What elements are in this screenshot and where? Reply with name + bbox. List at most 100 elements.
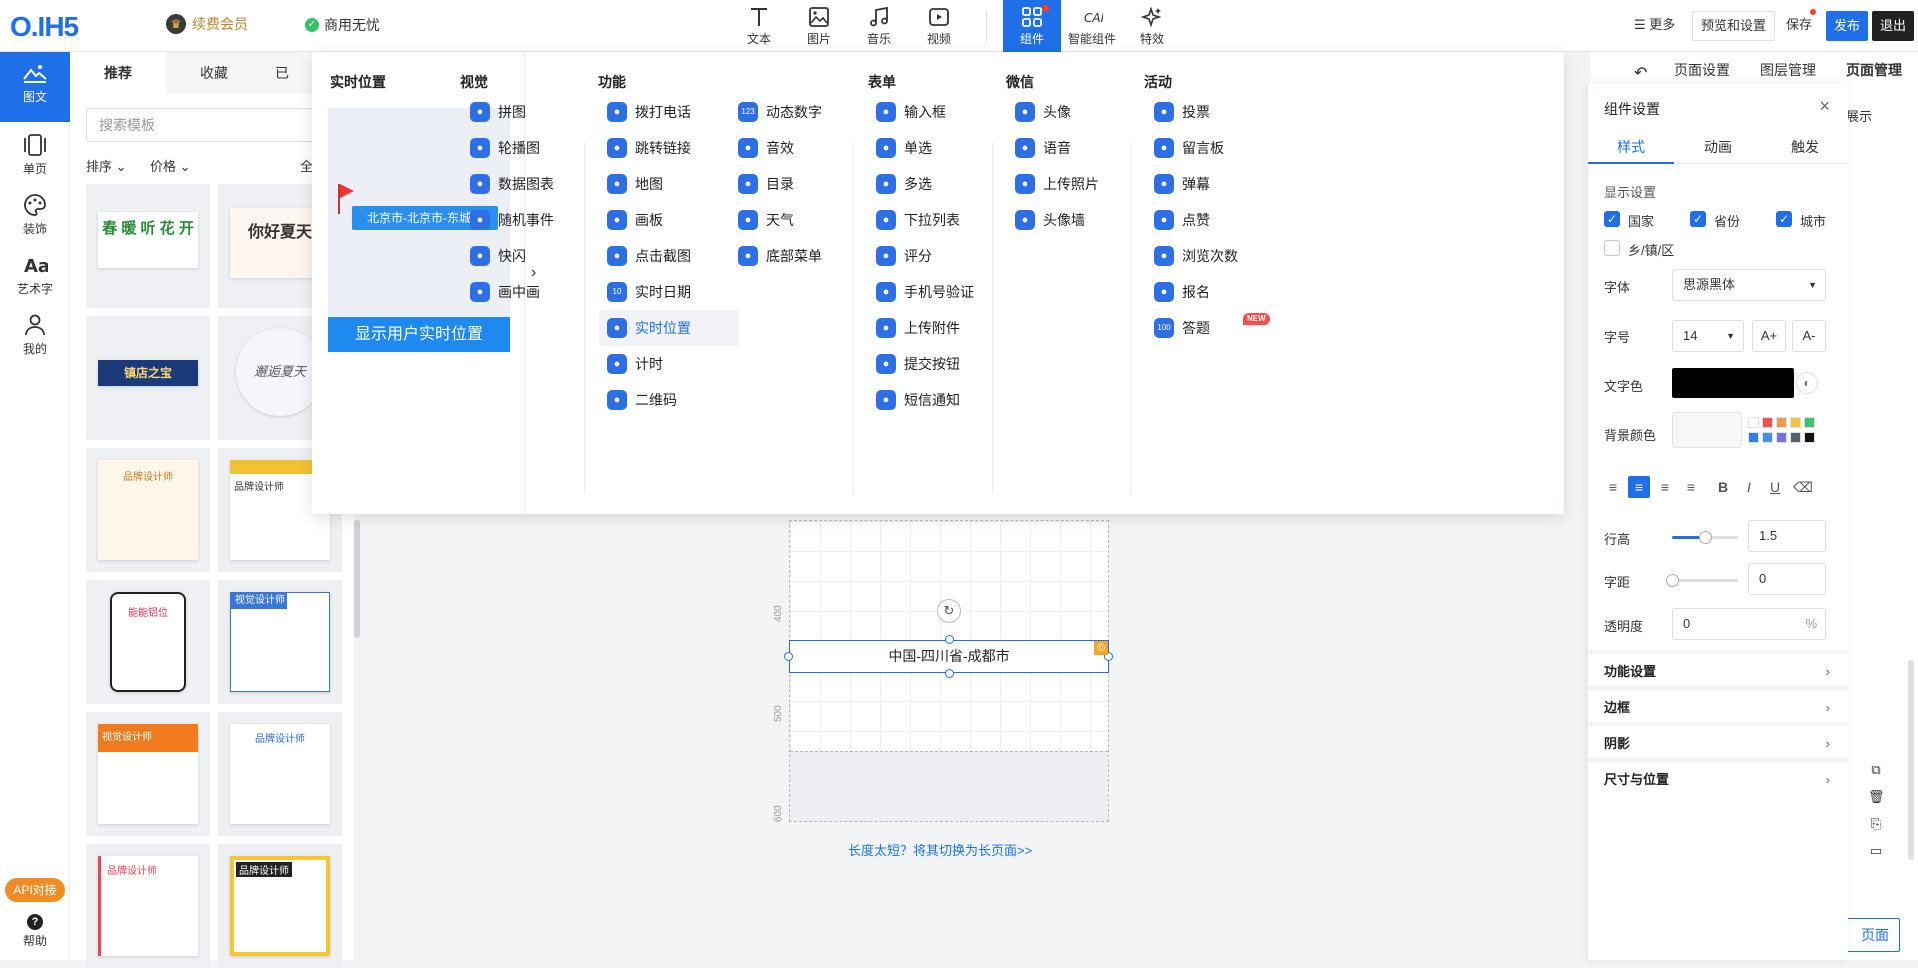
copy-icon[interactable]: ⧉ [1868,762,1884,778]
menu-item-eye[interactable]: ● 浏览次数 [1146,238,1286,274]
section-shadow[interactable]: 阴影 › [1588,722,1848,762]
check-country[interactable]: ✓ [1604,211,1620,227]
sort-dropdown[interactable]: 排序 ⌄ [86,156,127,175]
menu-item-danmaku[interactable]: ● 弹幕 [1146,166,1286,202]
check-province[interactable]: ✓ [1690,211,1706,227]
size-select[interactable]: 14 ▼ [1672,320,1744,352]
menu-item-like[interactable]: ● 点赞 [1146,202,1286,238]
menu-item-location[interactable]: ● 实时位置 [599,310,739,346]
show-location-button[interactable]: 显示用户实时位置 [328,317,510,352]
section-size-position[interactable]: 尺寸与位置 › [1588,758,1848,798]
tab-trigger[interactable]: 触发 [1762,130,1848,164]
text-color-swatch[interactable] [1672,368,1794,398]
right-scrollbar[interactable] [1908,660,1914,860]
tab-style[interactable]: 样式 [1588,130,1674,164]
more-menu[interactable]: ☰ 更多 [1634,14,1675,33]
letter-spacing-slider[interactable] [1666,574,1738,587]
palette-swatch[interactable] [1804,432,1815,443]
rail-item-mine[interactable]: 我的 [0,304,70,374]
align-left-icon[interactable]: ≡ [1602,476,1624,498]
align-right-icon[interactable]: ≡ [1654,476,1676,498]
vip-renew-button[interactable]: ♛ 续费会员 [166,14,248,34]
menu-item-mail[interactable]: ● 短信通知 [868,382,1008,418]
menu-item-input[interactable]: ● 输入框 [868,94,1008,130]
menu-item-map[interactable]: ● 地图 [599,166,739,202]
opacity-input[interactable]: 0% [1672,608,1826,640]
menu-item-dice[interactable]: ● 随机事件 [462,202,602,238]
palette-swatch[interactable] [1748,432,1759,443]
menu-item-puzzle[interactable]: ● 拼图 [462,94,602,130]
rail-item-graphic[interactable]: 图文 [0,52,70,122]
palette-swatch[interactable] [1790,417,1801,428]
menu-item-qrcode[interactable]: ● 二维码 [599,382,739,418]
line-height-knob[interactable] [1699,531,1712,544]
check-city[interactable]: ✓ [1776,211,1792,227]
menu-item-star[interactable]: ● 评分 [868,238,1008,274]
menu-item-quiz[interactable]: 100 答题 NEW [1146,310,1286,346]
menu-item-sms-verify[interactable]: ● 手机号验证 [868,274,1008,310]
menu-item-photo-upload[interactable]: ● 上传照片 [1007,166,1147,202]
clear-format-icon[interactable]: ⌫ [1792,476,1814,498]
switch-long-page-link[interactable]: 长度太短？将其切换为长页面>> [848,840,1032,859]
menu-item-avatar-wall[interactable]: ● 头像墙 [1007,202,1147,238]
menu-item-pip[interactable]: ● 画中画 [462,274,602,310]
commercial-badge[interactable]: ✓ 商用无忧 [305,15,380,35]
template-thumb[interactable]: 品牌设计师 [86,844,210,968]
menu-item-upload[interactable]: ● 上传附件 [868,310,1008,346]
size-increase-button[interactable]: A+ [1752,320,1786,352]
duplicate-icon[interactable]: ⎘ [1868,816,1884,832]
size-decrease-button[interactable]: A- [1792,320,1826,352]
element-settings-icon[interactable]: ◎ [1094,641,1108,655]
template-thumb[interactable]: 镇店之宝 [86,316,210,440]
tab-animation[interactable]: 动画 [1675,130,1761,164]
menu-item-signup[interactable]: ● 报名 [1146,274,1286,310]
price-dropdown[interactable]: 价格 ⌄ [150,156,191,175]
publish-button[interactable]: 发布 [1826,11,1869,41]
tool-ai-component[interactable]: CAI 智能组件 [1063,0,1121,52]
italic-icon[interactable]: I [1738,476,1760,498]
template-thumb[interactable]: 春 暖 听 花 开 [86,184,210,308]
menu-item-timer[interactable]: ● 计时 [599,346,739,382]
palette-swatch[interactable] [1790,432,1801,443]
menu-item-phone[interactable]: ● 拨打电话 [599,94,739,130]
tab-page-settings[interactable]: 页面设置 [1674,60,1730,80]
palette-swatch[interactable] [1776,432,1787,443]
menu-item-catalog[interactable]: ● 目录 [730,166,870,202]
menu-item-weather[interactable]: ● 天气 [730,202,870,238]
menu-item-mic[interactable]: ● 语音 [1007,130,1147,166]
rotate-handle[interactable]: ↻ [937,599,961,623]
section-border[interactable]: 边框 › [1588,686,1848,726]
close-icon[interactable]: × [1819,96,1830,117]
tool-effects[interactable]: 特效 [1123,0,1181,52]
app-logo[interactable]: O.IH5 [10,11,79,43]
undo-icon[interactable]: ↶ [1634,63,1647,83]
palette-swatch[interactable] [1762,417,1773,428]
section-function-settings[interactable]: 功能设置 › [1588,650,1848,690]
menu-item-bottom-menu[interactable]: ● 底部菜单 [730,238,870,274]
tool-video[interactable]: 视频 [910,0,968,52]
tool-component[interactable]: 组件 [1003,0,1061,52]
bold-icon[interactable]: B [1712,476,1734,498]
help-button[interactable]: ? 帮助 [0,914,70,949]
new-page-button[interactable]: 页面 [1840,918,1900,952]
palette-swatch[interactable] [1762,432,1773,443]
letter-spacing-input[interactable]: 0 [1748,563,1826,595]
menu-item-link[interactable]: ● 跳转链接 [599,130,739,166]
align-justify-icon[interactable]: ≡ [1680,476,1702,498]
menu-item-radio[interactable]: ● 单选 [868,130,1008,166]
font-select[interactable]: 思源黑体 ▼ [1672,269,1826,301]
palette-swatch[interactable] [1776,417,1787,428]
menu-item-flash[interactable]: ● 快闪 [462,238,602,274]
api-button[interactable]: API对接 [5,878,65,902]
tab-favorites[interactable]: 收藏 [166,52,262,94]
delete-icon[interactable]: 🗑 [1868,789,1885,805]
menu-item-submit[interactable]: ● 提交按钮 [868,346,1008,382]
save-button[interactable]: 保存 [1778,9,1821,41]
template-search-input[interactable]: 搜索模板 [86,108,346,142]
tab-purchased[interactable]: 已 [262,52,302,94]
menu-item-dropdown[interactable]: ● 下拉列表 [868,202,1008,238]
bg-color-swatch[interactable] [1672,412,1742,448]
tab-recommend[interactable]: 推荐 [70,52,166,94]
menu-item-paint[interactable]: ● 画板 [599,202,739,238]
palette-swatch[interactable] [1804,417,1815,428]
